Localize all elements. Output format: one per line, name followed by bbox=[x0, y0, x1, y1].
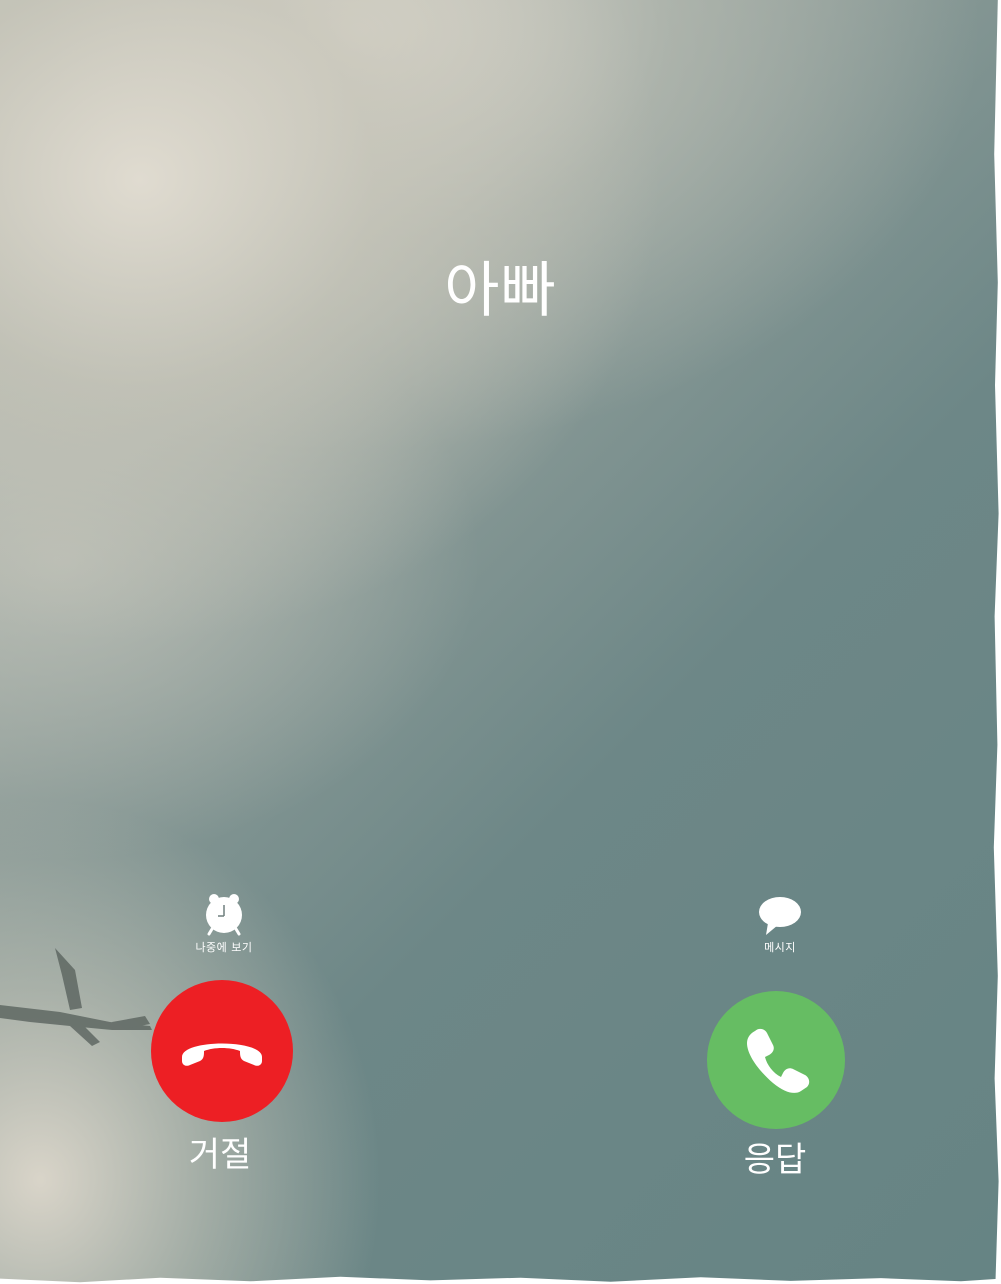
decline-label: 거절 bbox=[188, 1135, 252, 1175]
message-action[interactable]: 메시지 bbox=[710, 893, 850, 955]
frame-edge-right bbox=[993, 0, 1001, 1284]
speech-bubble-icon bbox=[756, 893, 804, 937]
alarm-clock-icon bbox=[200, 893, 248, 937]
phone-hangup-icon bbox=[182, 1043, 262, 1066]
remind-me-later-action[interactable]: 나중에 보기 bbox=[154, 893, 294, 955]
remind-me-later-label: 나중에 보기 bbox=[195, 941, 253, 954]
accept-label: 응답 bbox=[743, 1140, 807, 1180]
phone-icon bbox=[747, 1028, 810, 1093]
accept-button[interactable] bbox=[707, 991, 845, 1129]
caller-name: 아빠 bbox=[444, 256, 557, 326]
incoming-call-screen: 아빠 나중에 보기 메시지 거절 응답 bbox=[0, 0, 1001, 1284]
frame-edge-bottom bbox=[0, 1276, 1001, 1284]
decline-button[interactable] bbox=[151, 980, 293, 1122]
message-label: 메시지 bbox=[764, 941, 796, 954]
